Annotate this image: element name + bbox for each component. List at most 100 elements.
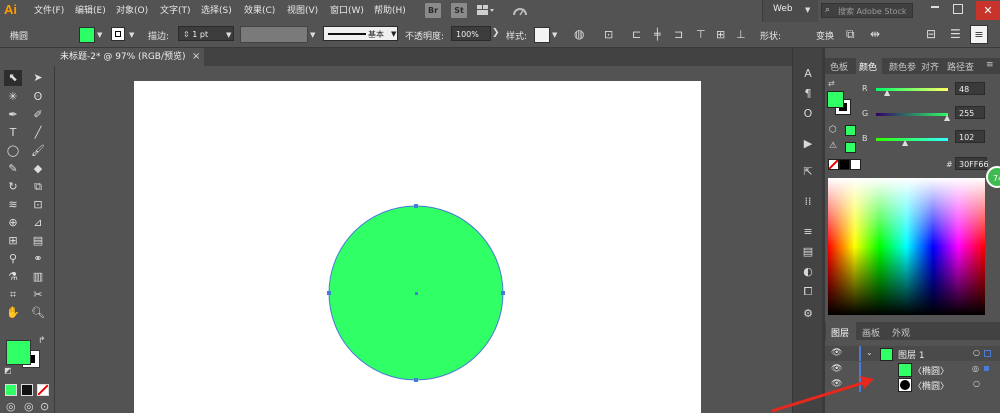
shaper-tool-icon[interactable]: ✎ [5,162,21,176]
opacity-label[interactable]: 不透明度: [405,29,444,42]
layer-item-name[interactable]: 〈椭圆〉 [913,364,949,377]
layer-item-name[interactable]: 〈椭圆〉 [913,379,949,392]
rotate-tool-icon[interactable]: ↻ [5,180,21,194]
layer-row[interactable]: 👁︎ 〈椭圆〉 ◎ [825,362,1000,377]
selection-indicator[interactable] [984,350,991,357]
arrange-icon[interactable]: ⊟ [926,27,936,41]
align-bottom-icon[interactable]: ⊥ [736,28,746,41]
stroke-label[interactable]: 描边: [148,29,169,42]
menu-edit[interactable]: 编辑(E) [75,4,106,18]
stock-search[interactable]: ⌕ 搜索 Adobe Stock [821,3,913,18]
expand-arrow-icon[interactable]: ⌄ [866,348,873,357]
stock-icon[interactable]: St [451,3,467,18]
none-mode-button[interactable] [37,384,49,396]
transparency-panel-icon[interactable]: ◐ [799,264,817,280]
chevron-down-icon[interactable]: ▼ [97,31,102,39]
align-left-icon[interactable]: ⊏ [632,28,641,41]
style-label[interactable]: 样式: [506,29,527,42]
g-slider[interactable] [876,113,948,116]
blend-tool-icon[interactable]: ⚭ [30,252,46,266]
drawing-mode-icon[interactable]: ◎ [6,400,16,413]
shape-label[interactable]: 形状: [760,29,781,42]
web-safe-swatch[interactable] [845,125,856,136]
chevron-down-icon[interactable]: ▼ [552,31,557,39]
lasso-icon[interactable]: ʘ [30,90,46,104]
fill-color-box[interactable] [6,340,31,365]
target-icon[interactable]: ◎ [972,364,979,373]
stroke-swatch[interactable] [111,27,125,41]
fill-swatch[interactable] [79,27,95,43]
anchor-point-left[interactable] [327,291,331,295]
stepper-icon[interactable]: ⇕ [183,30,190,39]
r-value-field[interactable]: 48 [955,82,985,95]
color-spectrum[interactable] [828,178,985,315]
slice-tool-icon[interactable]: ✂ [30,288,46,302]
panel-menu-icon[interactable]: ≡ [986,60,994,70]
hand-tool-icon[interactable]: ✋ [5,306,21,320]
isolate-icon[interactable]: ⧉ [846,27,855,42]
menu-window[interactable]: 窗口(W) [330,4,364,18]
document-tab[interactable]: 未标题-2* @ 97% (RGB/预览) × [54,48,204,66]
hex-value-field[interactable]: 30FF66 [955,157,989,170]
default-fill-stroke-icon[interactable]: ◩ [4,366,12,375]
workspace-switcher[interactable]: Web ▼ [762,0,818,22]
curvature-tool-icon[interactable]: ✐ [30,108,46,122]
visibility-eye-icon[interactable]: 👁︎ [831,364,842,374]
minimize-icon[interactable] [931,6,939,8]
swap-colors-icon[interactable]: ⇄ [828,79,835,88]
brush-definition[interactable]: 基本 ▼ [323,26,398,41]
character-panel-icon[interactable]: A [799,66,817,82]
align-center-icon[interactable]: ╪ [654,28,661,41]
close-tab-icon[interactable]: × [192,48,200,66]
g-value-field[interactable]: 255 [955,106,985,119]
tab-artboards[interactable]: 画板 [862,326,880,339]
swap-fill-stroke-icon[interactable]: ↱ [38,336,46,346]
paintbrush-icon[interactable]: 🖌 [30,144,46,158]
gradient-panel-icon[interactable]: ▤ [799,244,817,260]
close-icon[interactable]: ✕ [976,1,1000,20]
tab-swatches[interactable]: 色板 [830,60,848,73]
in-gamut-swatch[interactable] [845,142,856,153]
tab-pathfinder[interactable]: 路径查 [947,60,974,73]
screen-mode-icon[interactable]: ◎ [24,400,34,413]
anchor-point-bottom[interactable] [414,378,418,382]
chevron-down-icon[interactable]: ▼ [310,31,315,39]
selection-tool-icon[interactable]: ⬉ [5,71,21,85]
black-swatch[interactable] [839,159,850,170]
export-icon[interactable]: ⇱ [799,164,817,180]
anchor-point-top[interactable] [414,204,418,208]
menu-help[interactable]: 帮助(H) [374,4,406,18]
type-tool-icon[interactable]: T [5,126,21,140]
shape-builder-icon[interactable]: ⊕ [5,216,21,230]
artboard-tool-icon[interactable]: ⌗ [5,288,21,302]
menu-object[interactable]: 对象(O) [116,4,148,18]
chevron-down-icon[interactable]: ▼ [129,31,134,39]
align-top-icon[interactable]: ⊤ [696,28,706,41]
color-mode-button[interactable] [5,384,17,396]
symbol-sprayer-icon[interactable]: ⚗ [5,270,21,284]
anchor-point-right[interactable] [501,291,505,295]
scale-tool-icon[interactable]: ⧉ [30,180,46,194]
align-right-icon[interactable]: ⊐ [674,28,683,41]
graphic-style-swatch[interactable] [534,27,550,43]
paragraph-panel-icon[interactable]: ¶ [799,86,817,102]
stroke-panel-icon[interactable]: ≡ [799,224,817,240]
none-swatch[interactable] [828,159,839,170]
selection-indicator[interactable] [984,366,989,371]
target-icon[interactable]: ○ [973,379,980,388]
layer-row[interactable]: 👁︎ ⌄ 图层 1 ○ [825,346,1000,361]
b-slider-thumb[interactable]: ▲ [902,138,908,147]
center-point[interactable] [415,292,418,295]
chevron-down-icon[interactable]: ▼ [226,31,231,39]
pen-tool-icon[interactable]: ✒ [5,108,21,122]
b-slider[interactable] [876,138,948,141]
graph-tool-icon[interactable]: ▥ [30,270,46,284]
tab-appearance[interactable]: 外观 [892,326,910,339]
asset-export-icon[interactable]: ⁞⁞ [799,194,817,210]
align-middle-icon[interactable]: ⊞ [716,28,725,41]
eyedropper-icon[interactable]: ⚲ [5,252,21,266]
menu-effect[interactable]: 效果(C) [244,4,275,18]
panel-toggle-icon[interactable]: ☰ [950,27,961,41]
magic-wand-icon[interactable]: ✳ [5,90,21,104]
variable-width-profile[interactable] [240,26,308,43]
